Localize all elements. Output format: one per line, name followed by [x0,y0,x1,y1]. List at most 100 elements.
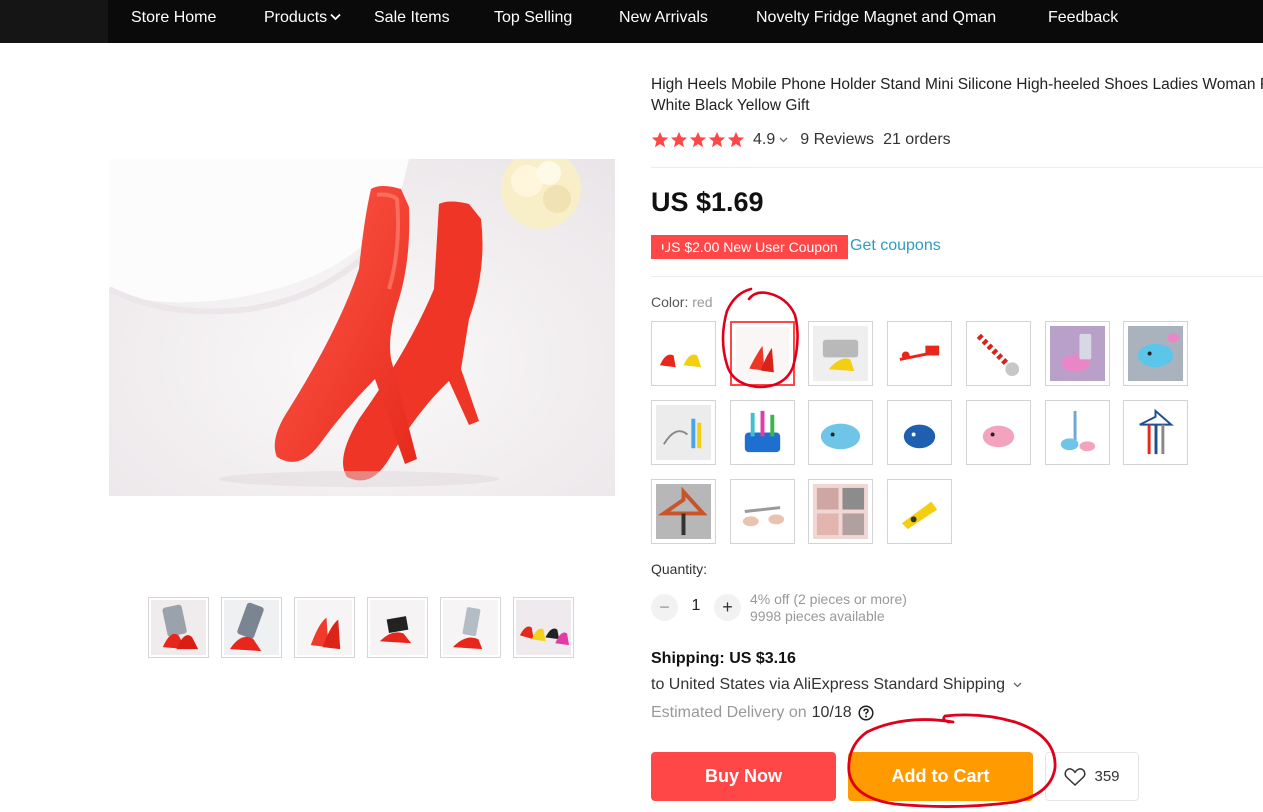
color-swatch-hanger-rack[interactable] [1123,400,1188,465]
color-swatch-red-yellow[interactable] [651,321,716,386]
chevron-down-icon[interactable] [779,137,788,143]
color-swatch-pink-collage[interactable] [808,479,873,544]
new-user-coupon-badge[interactable]: US $2.00 New User Coupon [651,235,848,259]
swatch-image-red-yellow-heels [656,326,711,381]
gallery-thumb-5[interactable] [440,597,501,658]
color-swatch-red-hanger[interactable] [887,321,952,386]
star-icon [727,131,745,148]
color-label-text: Color: [651,294,689,310]
get-coupons-link[interactable]: Get coupons [850,237,941,255]
swatch-image-striped-stand [971,326,1026,381]
shipping-method-text: to United States via AliExpress Standard… [651,676,1005,693]
estimated-delivery: Estimated Delivery on 10/18 [651,704,874,722]
shipping-cost: Shipping: US $3.16 [651,650,796,667]
nav-feedback[interactable]: Feedback [1048,0,1118,36]
swatch-image-yellow-clip [892,484,947,539]
heart-icon [1064,767,1087,786]
color-swatch-yellow-clip[interactable] [887,479,952,544]
color-swatch-toothbrush-blue[interactable] [730,400,795,465]
color-selected-value: red [692,294,713,310]
star-icon [651,131,669,148]
color-swatch-light-blue-whale[interactable] [808,400,873,465]
nav-novelty-fridge-magnet[interactable]: Novelty Fridge Magnet and Qman [756,0,996,36]
estimated-delivery-label: Estimated Delivery on [651,704,807,721]
thumb-image-red-heels-pair [297,600,352,655]
color-swatch-sketch[interactable] [651,400,716,465]
swatch-image-toothbrush-holder [735,405,790,460]
gallery-thumb-1[interactable] [148,597,209,658]
color-swatch-navy-whale[interactable] [887,400,952,465]
quantity-decrease-button[interactable]: − [651,594,678,621]
nav-products-label: Products [264,9,328,26]
divider [651,167,1263,168]
quantity-info: 4% off (2 pieces or more) 9998 pieces av… [750,591,907,625]
shipping-method-selector[interactable]: to United States via AliExpress Standard… [651,676,1022,694]
product-title: High Heels Mobile Phone Holder Stand Min… [651,76,1263,114]
swatch-image-whale-pair [1050,405,1105,460]
swatch-image-red-heels [736,327,789,380]
store-nav-bar: Store Home Products Sale Items Top Selli… [0,0,1263,43]
orders-count: 21 orders [883,131,951,148]
nav-sale-items[interactable]: Sale Items [374,0,450,36]
product-price: US $1.69 [651,187,764,217]
nav-left-edge [0,0,108,43]
star-icon [670,131,688,148]
nav-store-home[interactable]: Store Home [131,0,216,36]
color-swatch-yellow[interactable] [808,321,873,386]
buy-now-button[interactable]: Buy Now [651,752,836,801]
swatch-image-pink-collage [813,484,868,539]
gallery-thumb-3[interactable] [294,597,355,658]
help-question-icon[interactable] [858,705,874,721]
swatch-image-yellow-heel-phone [813,326,868,381]
red-high-heels-image [109,159,615,496]
add-to-cart-button[interactable]: Add to Cart [848,752,1033,801]
quantity-increase-button[interactable]: + [714,594,741,621]
rating-stars [651,131,745,149]
thumb-image-black-heel-phone [370,600,425,655]
chevron-down-icon [330,13,341,21]
color-swatch-red[interactable] [730,321,795,386]
color-swatch-pink-whale[interactable] [966,400,1031,465]
color-swatch-striped[interactable] [966,321,1031,386]
swatch-image-pink-whale [1050,326,1105,381]
swatch-image-red-hanger [892,326,947,381]
color-swatch-blue-whale[interactable] [1123,321,1188,386]
gallery-thumb-6[interactable] [513,597,574,658]
thumb-image-color-variants [516,600,571,655]
thumb-image-red-heel-stand [443,600,498,655]
quantity-input[interactable]: 1 [682,597,710,615]
quantity-label: Quantity: [651,561,708,577]
swatch-image-hanger-rack [1128,405,1183,460]
wishlist-button[interactable]: 359 [1045,752,1139,801]
swatch-image-navy-whale [892,405,947,460]
star-icon [689,131,707,148]
color-swatch-pink-purple[interactable] [1045,321,1110,386]
chevron-down-icon [1013,682,1022,688]
swatch-image-light-blue-whale [813,405,868,460]
color-swatch-hand-hanger[interactable] [730,479,795,544]
thumb-image-phone-on-red-heels [151,600,206,655]
nav-top-selling[interactable]: Top Selling [494,0,572,36]
rating-value[interactable]: 4.9 [753,131,775,149]
swatch-image-wooden-hanger [656,484,711,539]
rating-row: 4.9 9 Reviews 21 orders [651,129,951,151]
star-icon [708,131,726,148]
estimated-delivery-date: 10/18 [811,704,852,721]
gallery-thumb-4[interactable] [367,597,428,658]
nav-new-arrivals[interactable]: New Arrivals [619,0,708,36]
divider [651,276,1263,277]
stock-available-text: 9998 pieces available [750,608,885,624]
swatch-image-hand-hanger [735,484,790,539]
color-label: Color: red [651,294,712,310]
nav-products[interactable]: Products [264,0,341,36]
swatch-image-sketch-holder [656,405,711,460]
wishlist-count: 359 [1094,768,1120,785]
main-product-image[interactable] [109,159,615,496]
reviews-link[interactable]: 9 Reviews [800,131,874,149]
thumb-image-phone-angled [224,600,279,655]
swatch-image-pink-whale-white [971,405,1026,460]
color-swatch-wooden-hanger[interactable] [651,479,716,544]
color-swatch-whale-pair[interactable] [1045,400,1110,465]
gallery-thumb-2[interactable] [221,597,282,658]
bulk-discount-text: 4% off (2 pieces or more) [750,591,907,607]
